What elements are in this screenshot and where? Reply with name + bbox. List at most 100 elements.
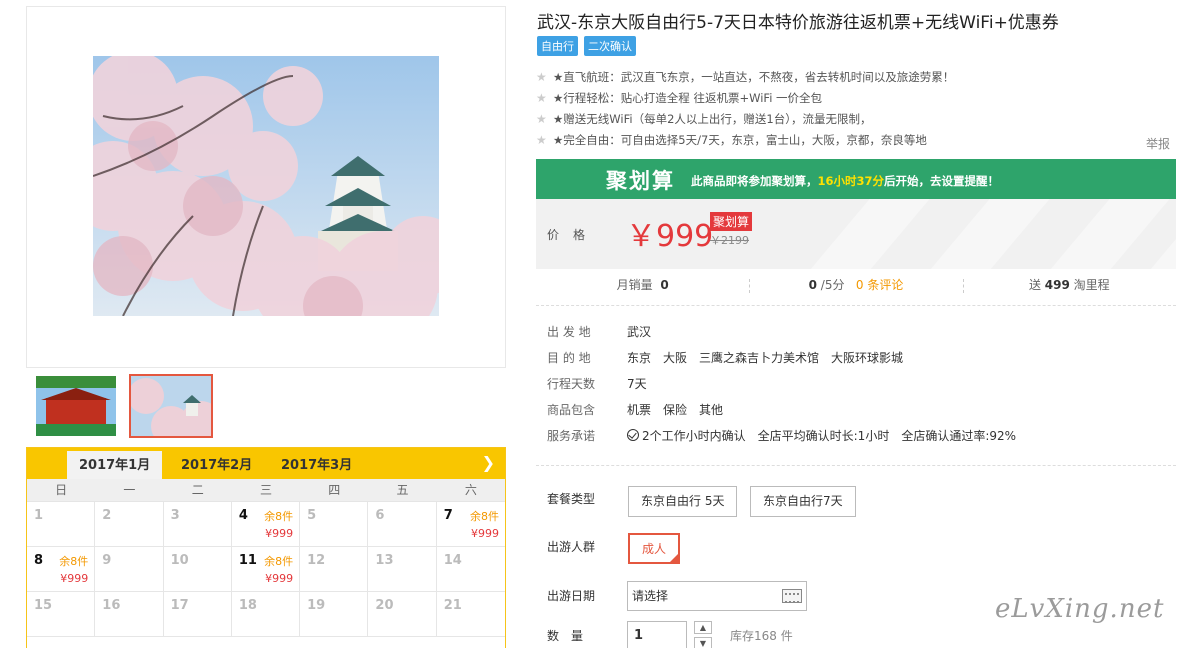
calendar-day-number: 20 — [375, 598, 394, 613]
notice-text: 此商品即将参加聚划算， — [691, 174, 818, 188]
thumbnail-strip — [26, 372, 506, 442]
weekday-label: 五 — [396, 483, 409, 497]
star-icon: ★ — [536, 111, 547, 126]
date-picker-input[interactable]: 请选择 — [627, 581, 807, 611]
calendar-day-number: 11 — [238, 553, 257, 568]
calendar-day-number: 16 — [102, 598, 121, 613]
rating: 0 /5分 0 条评论 — [749, 273, 962, 298]
points-value: 499 — [1044, 278, 1070, 292]
report-link[interactable]: 举报 — [1146, 135, 1170, 152]
calendar-day-cell: 21 — [436, 592, 505, 637]
calendar-day-number: 21 — [443, 598, 462, 613]
info-label: 商品包含 — [547, 403, 596, 417]
calendar-day-cell: 10 — [163, 547, 232, 592]
info-label: 出 发 地 — [547, 325, 591, 339]
option-label: 出游人群 — [547, 540, 596, 554]
stats-row: 月销量 0 0 /5分 0 条评论 送 499 淘里程 — [536, 273, 1176, 298]
weekday-label: 四 — [328, 483, 341, 497]
star-icon: ★ — [536, 132, 547, 147]
tag-badge: 自由行 — [537, 36, 578, 56]
feature-item: ★ ★赠送无线WiFi（每单2人以上出行，赠送1台），流量无限制， — [536, 108, 1176, 129]
weekday-label: 一 — [123, 483, 136, 497]
calendar-day-cell: 18 — [231, 592, 301, 637]
tab-month-3[interactable]: 2017年3月 — [269, 451, 364, 479]
thumbnail-1[interactable] — [34, 374, 118, 438]
calendar-price: ¥999 — [60, 572, 89, 585]
divider — [536, 465, 1176, 466]
weekday-label: 三 — [259, 483, 272, 497]
package-option-5day[interactable]: 东京自由行 5天 — [628, 486, 738, 517]
calendar-day-cell[interactable]: 8 余8件 ¥999 — [27, 547, 96, 592]
decrement-icon[interactable]: ▼ — [694, 637, 712, 648]
option-label: 出游日期 — [547, 589, 596, 603]
info-label: 行程天数 — [547, 377, 596, 391]
calendar-day-number: 18 — [238, 598, 257, 613]
info-label: 服务承诺 — [547, 429, 596, 443]
destination-item: 大阪 — [663, 351, 688, 365]
destination-item: 大阪环球影城 — [831, 351, 904, 365]
tab-month-2[interactable]: 2017年2月 — [169, 451, 264, 479]
info-value: 东京 大阪 三鹰之森吉卜力美术馆 大阪环球影城 — [627, 345, 903, 371]
product-gallery — [26, 6, 506, 368]
calendar-day-cell: 19 — [300, 592, 369, 637]
calendar-day-cell: 17 — [163, 592, 232, 637]
calendar-day-cell: 12 — [300, 547, 369, 592]
calendar-price: ¥999 — [470, 527, 499, 540]
feature-item: ★ ★行程轻松：贴心打造全程 往返机票+WiFi 一价全包 — [536, 87, 1176, 108]
calendar-stock: 余8件 — [469, 510, 499, 523]
check-circle-icon — [627, 429, 639, 441]
main-product-photo — [93, 56, 439, 316]
calendar-day-cell: 3 — [163, 502, 232, 547]
notice-text: 后开始，去设置提醒！ — [884, 174, 1000, 188]
calendar-stock: 余8件 — [264, 555, 294, 568]
star-icon: ★ — [536, 90, 547, 105]
include-item: 机票 — [627, 403, 652, 417]
calendar-stock: 余8件 — [264, 510, 294, 523]
original-price: ￥2199 — [710, 234, 749, 247]
calendar-day-number: 6 — [375, 508, 385, 523]
weekday-label: 六 — [464, 483, 477, 497]
calendar-day-cell: 1 — [27, 502, 96, 547]
juhuasuan-banner[interactable]: 聚划算 此商品即将参加聚划算，16小时37分后开始，去设置提醒！ — [536, 159, 1176, 199]
weekday-label: 日 — [55, 483, 68, 497]
include-item: 保险 — [663, 403, 688, 417]
tag-badge: 二次确认 — [584, 36, 636, 56]
thumbnail-2[interactable] — [129, 374, 213, 438]
option-label: 套餐类型 — [547, 492, 596, 506]
feature-list: ★ ★直飞航班：武汉直飞东京，一站直达，不熬夜，省去转机时间以及旅途劳累！ ★ ★行… — [536, 66, 1176, 150]
increment-icon[interactable]: ▲ — [694, 621, 712, 634]
feature-text: ★行程轻松：贴心打造全程 往返机票+WiFi 一价全包 — [553, 90, 823, 105]
juhuasuan-logo: 聚划算 — [606, 169, 675, 193]
points-prefix: 送 — [1028, 278, 1041, 292]
chevron-right-icon[interactable]: ❯ — [482, 453, 495, 472]
monthly-sales: 月销量 0 — [536, 273, 749, 298]
calendar-day-cell[interactable]: 11 余8件 ¥999 — [231, 547, 301, 592]
info-label: 目 的 地 — [547, 351, 591, 365]
calendar-day-cell: 6 — [368, 502, 437, 547]
calendar-month-tabs: 2017年1月 2017年2月 2017年3月 ❯ — [27, 448, 505, 479]
destination-item: 三鹰之森吉卜力美术馆 — [699, 351, 820, 365]
tab-month-1[interactable]: 2017年1月 — [67, 451, 163, 479]
calendar-grid: 1 2 3 4 余8件 ¥999 5 6 7 余8件 ¥999 8 余8件 ¥999 9 10 11 余8件 ¥99… — [27, 502, 505, 637]
star-icon: ★ — [536, 69, 547, 84]
calendar-day-cell[interactable]: 7 余8件 ¥999 — [436, 502, 505, 547]
reviews-link[interactable]: 0 条评论 — [856, 278, 903, 292]
feature-text: ★直飞航班：武汉直飞东京，一站直达，不熬夜，省去转机时间以及旅途劳累！ — [553, 69, 955, 84]
price-value: ￥999 — [626, 219, 714, 254]
calendar-day-number: 10 — [170, 553, 189, 568]
service-item: 全店确认通过率:92% — [901, 429, 1017, 443]
feature-item: ★ ★完全自由：可自由选择5天/7天，东京，富士山，大阪，京都，奈良等地 — [536, 129, 1176, 150]
calendar-icon[interactable] — [782, 589, 802, 603]
calendar-day-number: 2 — [102, 508, 112, 523]
calendar-price: ¥999 — [265, 572, 294, 585]
info-row-destination: 目 的 地 东京 大阪 三鹰之森吉卜力美术馆 大阪环球影城 — [547, 345, 1016, 371]
calendar-stock: 余8件 — [59, 555, 89, 568]
package-option-7day[interactable]: 东京自由行7天 — [750, 486, 856, 517]
calendar-day-cell[interactable]: 4 余8件 ¥999 — [231, 502, 301, 547]
calendar-day-number: 7 — [443, 508, 453, 523]
date-placeholder: 请选择 — [632, 589, 669, 603]
info-row-duration: 行程天数 7天 — [547, 371, 1016, 397]
quantity-input[interactable]: 1 — [627, 621, 687, 648]
calendar-day-number: 14 — [443, 553, 462, 568]
traveler-option-adult[interactable]: 成人 — [628, 533, 681, 564]
